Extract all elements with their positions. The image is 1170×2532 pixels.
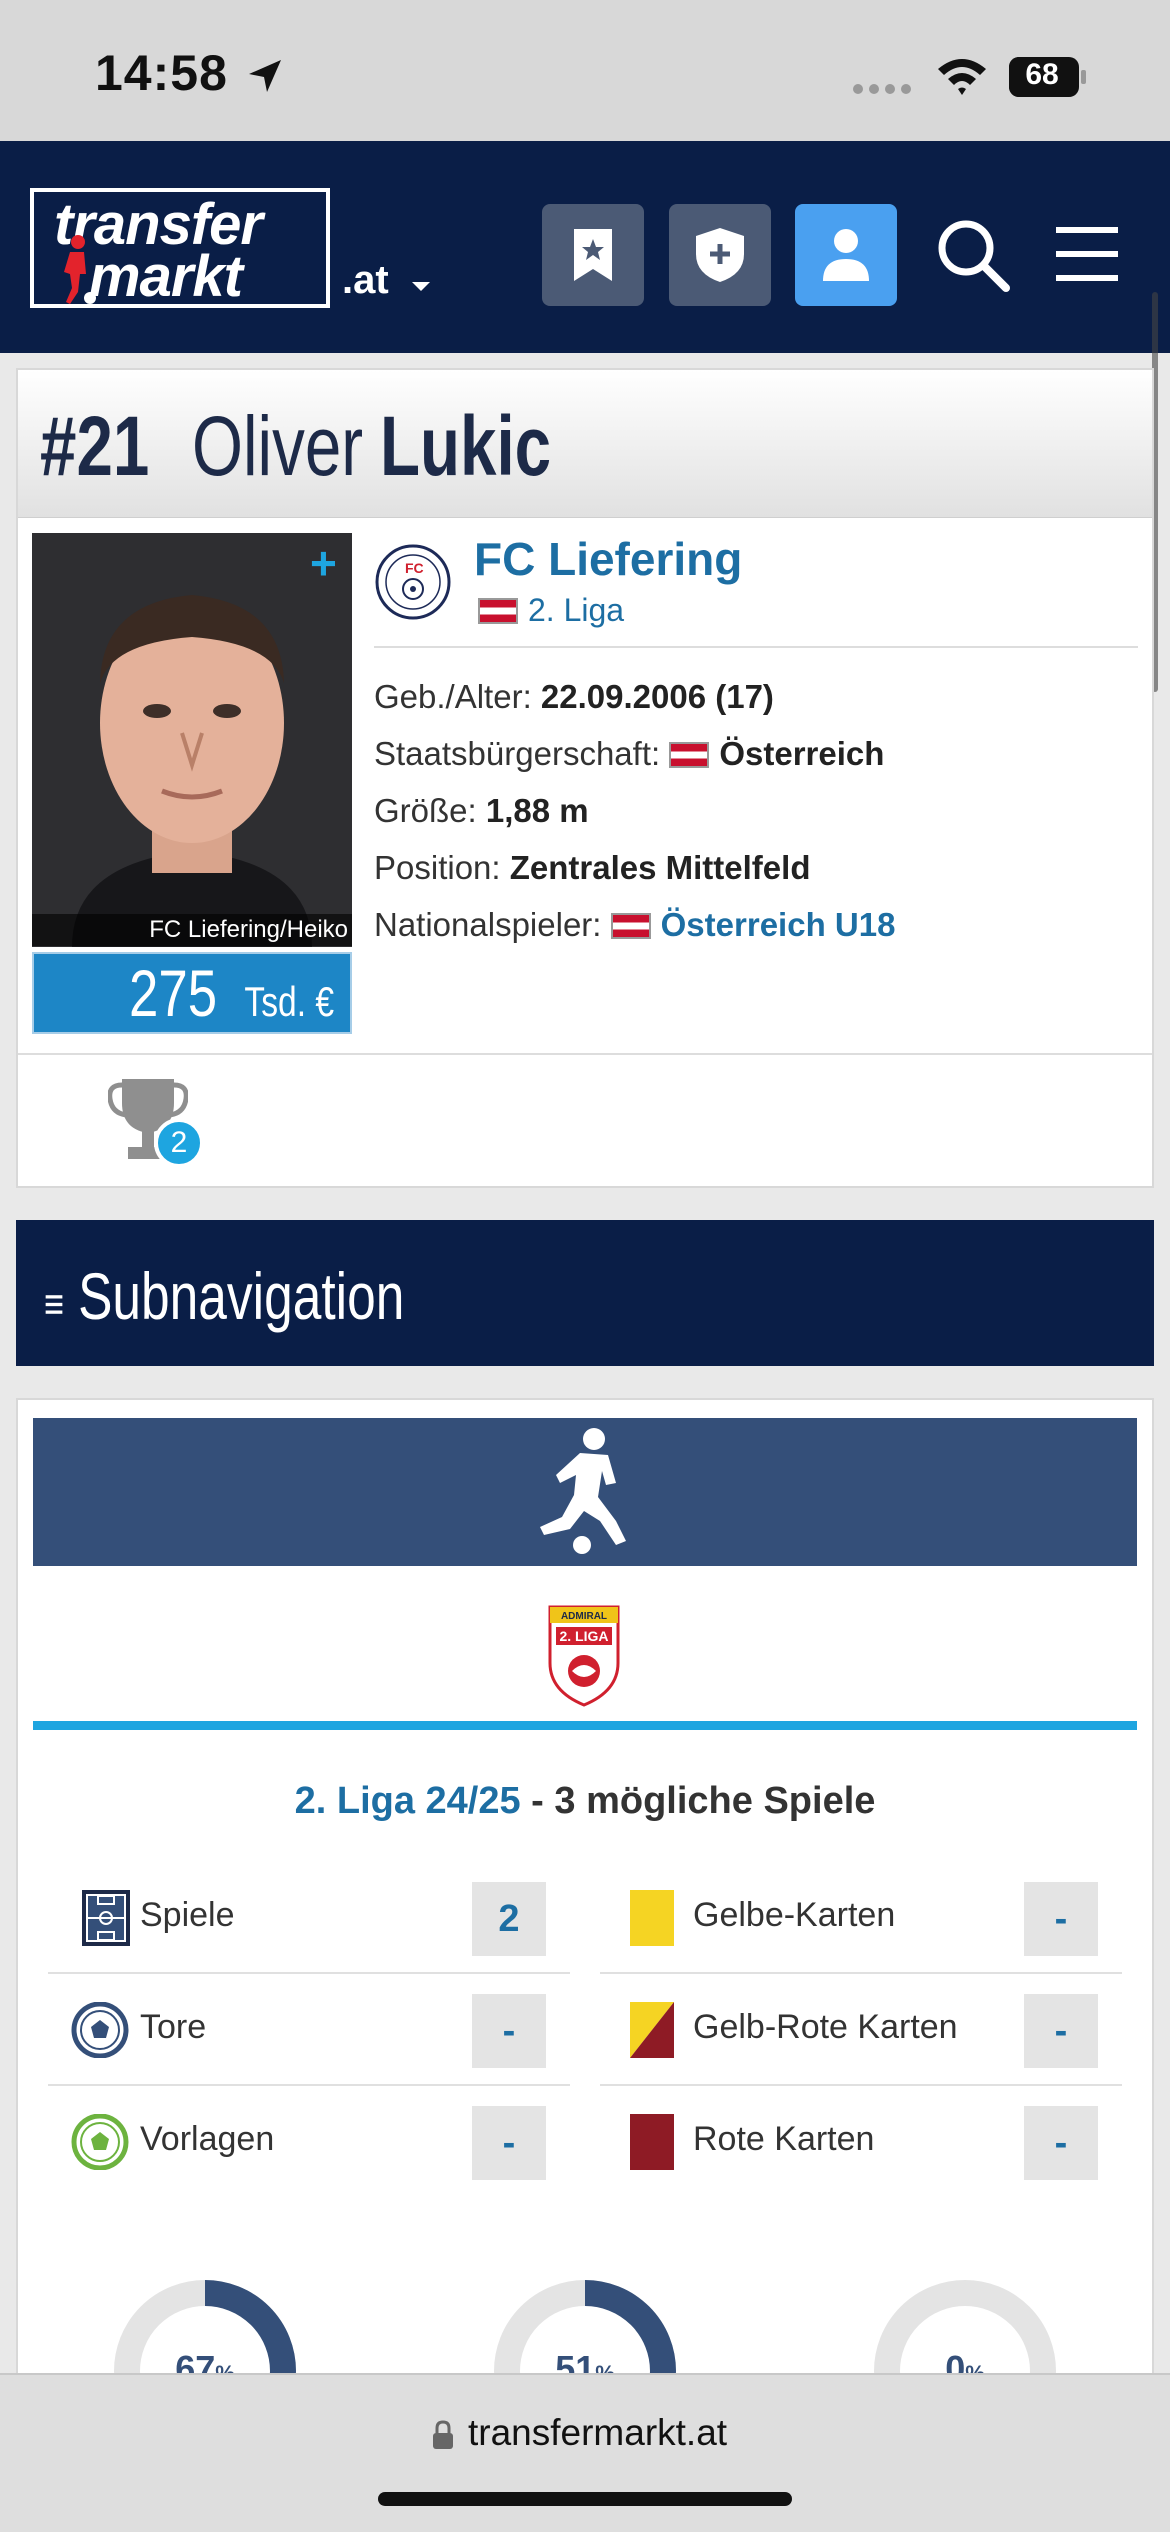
stat-row-assists: Vorlagen - — [48, 2086, 570, 2198]
market-value-box[interactable]: 275 Tsd. € — [32, 952, 352, 1034]
stat-label: Vorlagen — [140, 2120, 275, 2158]
info-label: Staatsbürgerschaft: — [374, 735, 661, 772]
league-link[interactable]: 2. Liga — [478, 592, 624, 629]
stat-label: Spiele — [140, 1896, 235, 1934]
stat-value[interactable]: - — [1024, 1994, 1098, 2068]
home-indicator[interactable] — [378, 2492, 792, 2506]
battery-level: 68 — [1025, 58, 1059, 91]
cellular-signal-icon — [853, 84, 911, 94]
yellow-card-icon — [630, 1890, 674, 1946]
search-icon[interactable] — [932, 214, 1012, 294]
url-text[interactable]: transfermarkt.at — [468, 2412, 727, 2454]
player-last-name: Lukic — [380, 399, 552, 493]
stat-value[interactable]: - — [472, 2106, 546, 2180]
info-value: Österreich — [719, 735, 885, 772]
ball-icon — [71, 2002, 129, 2058]
my-club-button[interactable] — [669, 204, 771, 306]
info-label: Größe: — [374, 792, 477, 829]
club-crest-icon[interactable]: FC — [374, 543, 452, 621]
national-team-link[interactable]: Österreich U18 — [661, 906, 896, 943]
svg-text:ADMIRAL: ADMIRAL — [561, 1611, 607, 1622]
stat-label: Rote Karten — [693, 2120, 875, 2158]
stat-value[interactable]: - — [472, 1994, 546, 2068]
season-link[interactable]: 2. Liga 24/25 — [295, 1780, 521, 1822]
info-label: Geb./Alter: — [374, 678, 532, 715]
photo-credit: FC Liefering/Heiko — [32, 914, 352, 946]
red-card-icon — [630, 2114, 674, 2170]
stat-row-yellow-cards: Gelbe-Karten - — [600, 1862, 1122, 1974]
stat-row-red-cards: Rote Karten - — [600, 2086, 1122, 2198]
trophy-count-badge: 2 — [154, 1118, 204, 1168]
market-value-unit: Tsd. € — [244, 978, 334, 1025]
status-time: 14:58 — [95, 45, 228, 101]
user-icon — [823, 229, 869, 281]
info-citizenship: Staatsbürgerschaft: Österreich — [374, 735, 884, 773]
liga-logo-icon[interactable]: ADMIRAL 2. LIGA — [548, 1605, 620, 1707]
info-label: Nationalspieler: — [374, 906, 602, 943]
info-position: Position: Zentrales Mittelfeld — [374, 849, 810, 887]
stat-row-games: Spiele 2 — [48, 1862, 570, 1974]
svg-text:2. LIGA: 2. LIGA — [559, 1628, 608, 1644]
info-national-player: Nationalspieler: Österreich U18 — [374, 906, 895, 944]
club-name-link[interactable]: FC Liefering — [474, 532, 742, 586]
info-value: 1,88 m — [485, 792, 589, 829]
wifi-icon — [938, 59, 986, 95]
active-tab-indicator — [33, 1721, 1137, 1730]
profile-button[interactable] — [795, 204, 897, 306]
info-value: 22.09.2006 (17) — [540, 678, 774, 715]
player-portrait — [32, 533, 352, 947]
league-name: 2. Liga — [528, 592, 625, 628]
info-value: Zentrales Mittelfeld — [509, 849, 811, 886]
market-value-amount: 275 — [129, 956, 218, 1030]
football-player-icon — [540, 1428, 626, 1554]
domain-selector[interactable]: .at — [342, 258, 389, 303]
pitch-icon — [82, 1890, 130, 1946]
player-photo[interactable] — [32, 533, 352, 947]
season-title: 2. Liga 24/25 - 3 mögliche Spiele — [0, 1780, 1170, 1823]
chevron-down-icon[interactable] — [412, 282, 430, 291]
stat-value[interactable]: - — [1024, 1882, 1098, 1956]
assist-icon — [71, 2114, 129, 2170]
info-birth: Geb./Alter: 22.09.2006 (17) — [374, 678, 774, 716]
divider — [374, 646, 1138, 648]
stat-label: Tore — [140, 2008, 207, 2046]
shirt-number: #21 — [40, 399, 150, 493]
player-name-header — [18, 370, 1152, 518]
yellow-red-card-icon — [630, 2002, 674, 2058]
stat-row-yellow-red-cards: Gelb-Rote Karten - — [600, 1974, 1122, 2086]
shield-icon — [696, 228, 744, 282]
stat-value[interactable]: 2 — [472, 1882, 546, 1956]
subnavigation-label: Subnavigation — [78, 1259, 405, 1333]
austria-flag-icon — [669, 742, 710, 768]
player-first-name: Oliver — [192, 399, 364, 493]
hamburger-icon: ≡ — [44, 1280, 65, 1329]
transfermarkt-logo[interactable]: transfer markt — [30, 188, 330, 308]
bookmark-button[interactable] — [542, 204, 644, 306]
svg-text:FC: FC — [405, 560, 424, 576]
info-height: Größe: 1,88 m — [374, 792, 589, 830]
lock-icon — [433, 2420, 453, 2449]
bookmark-icon — [574, 229, 612, 281]
info-label: Position: — [374, 849, 501, 886]
location-arrow-icon — [249, 60, 281, 92]
season-possible-games: - 3 mögliche Spiele — [520, 1780, 876, 1822]
menu-icon[interactable] — [1050, 214, 1130, 294]
divider — [18, 1053, 1152, 1055]
stat-label: Gelb-Rote Karten — [693, 2008, 958, 2046]
austria-flag-icon — [478, 598, 518, 624]
logo-text-line2: markt — [89, 244, 243, 309]
subnavigation-toggle[interactable]: ≡ Subnavigation — [44, 1258, 404, 1334]
austria-flag-icon — [610, 913, 651, 939]
stat-row-goals: Tore - — [48, 1974, 570, 2086]
stat-value[interactable]: - — [1024, 2106, 1098, 2180]
add-photo-icon[interactable]: + — [310, 536, 337, 590]
stat-label: Gelbe-Karten — [693, 1896, 896, 1934]
